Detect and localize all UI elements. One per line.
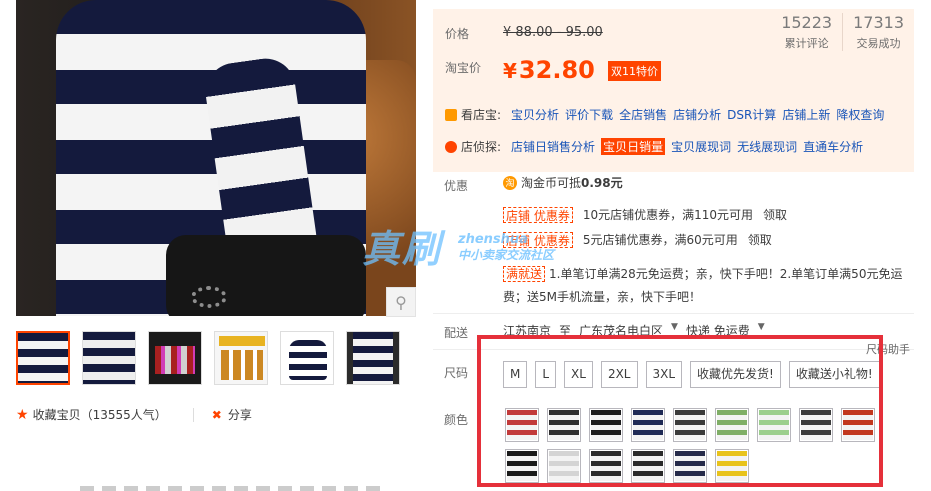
coupon-row-2: 店铺 优惠券 5元店铺优惠券，满60元可用 领取 — [503, 231, 772, 248]
original-price: ¥ 88.00 - 95.00 — [503, 25, 603, 40]
shop-link[interactable]: 宝贝分析 — [511, 106, 559, 123]
cropped-text-edge — [80, 486, 380, 491]
spy-tool-icon — [445, 140, 457, 153]
coupon-tag: 店铺 优惠券 — [503, 206, 573, 223]
bracelet-graphic — [191, 286, 227, 308]
size-label: 尺码 — [444, 366, 469, 380]
taobao-coin-offer: 淘 淘金币可抵 0.98元 — [503, 174, 623, 191]
spy-link[interactable]: 直通车分析 — [803, 138, 863, 155]
shop-tool-name: 看店宝: — [461, 108, 502, 122]
spy-link[interactable]: 宝贝展现词 — [671, 138, 731, 155]
coin-icon: 淘 — [503, 175, 517, 190]
get-coupon-button[interactable]: 领取 — [763, 206, 787, 223]
review-stat[interactable]: 15223 累计评论 — [771, 13, 842, 51]
coupon-tag: 店铺 优惠券 — [503, 231, 573, 248]
highlight-box — [477, 335, 883, 487]
shop-tool-row: 看店宝: 宝贝分析 评价下载 全店销售 店铺分析 DSR计算 店铺上新 降权查询 — [445, 106, 890, 123]
thumbnail-6[interactable] — [346, 331, 400, 385]
main-product-image[interactable] — [16, 0, 416, 316]
favorite-count: （13555人气） — [80, 408, 167, 422]
thumbnail-5[interactable] — [280, 331, 334, 385]
price-label: 价格 — [445, 27, 470, 41]
share-icon[interactable]: ✖ — [212, 408, 222, 422]
shop-link[interactable]: 全店销售 — [619, 106, 667, 123]
thumbnail-3[interactable] — [148, 331, 202, 385]
current-price: ¥32.80 — [503, 56, 595, 84]
magnifier-icon[interactable]: ⚲ — [386, 287, 416, 317]
spy-link[interactable]: 无线展现词 — [737, 138, 797, 155]
shop-link[interactable]: DSR计算 — [727, 106, 776, 123]
shop-link[interactable]: 店铺分析 — [673, 106, 721, 123]
spy-link-active[interactable]: 宝贝日销量 — [601, 138, 666, 155]
divider — [433, 313, 914, 314]
promo-badge: 双11特价 — [608, 61, 661, 81]
divider — [192, 407, 194, 422]
get-coupon-button[interactable]: 领取 — [748, 231, 772, 248]
spy-tool-row: 店侦探: 店铺日销售分析 宝贝日销量 宝贝展现词 无线展现词 直通车分析 — [445, 138, 869, 155]
spy-link[interactable]: 店铺日销售分析 — [511, 138, 595, 155]
price-panel: 价格 ¥ 88.00 - 95.00 淘宝价 ¥32.80 双11特价 1522… — [433, 9, 914, 172]
star-icon[interactable]: ★ — [16, 407, 29, 423]
thumbnail-2[interactable] — [82, 331, 136, 385]
thumbnail-1[interactable] — [16, 331, 70, 385]
shop-tool-icon — [445, 108, 457, 121]
taobao-price-label: 淘宝价 — [445, 61, 482, 75]
sales-stats: 15223 累计评论 17313 交易成功 — [771, 13, 914, 51]
shipping-label: 配送 — [444, 326, 469, 340]
shop-link[interactable]: 评价下载 — [565, 106, 613, 123]
shop-link[interactable]: 店铺上新 — [782, 106, 830, 123]
thumbnail-strip — [16, 331, 400, 385]
deal-stat[interactable]: 17313 交易成功 — [842, 13, 914, 51]
thumbnail-4[interactable] — [214, 331, 268, 385]
color-label: 颜色 — [444, 413, 469, 427]
favorite-share-row: ★ 收藏宝贝 （13555人气） ✖ 分享 — [16, 406, 252, 423]
spy-tool-name: 店侦探: — [461, 140, 502, 154]
full-give-offer: 满就送 1.单笔订单满28元免运费；亲，快下手吧！2.单笔订单满50元免运费；送5… — [503, 266, 903, 304]
favorite-button[interactable]: 收藏宝贝 — [33, 406, 81, 423]
share-button[interactable]: 分享 — [228, 406, 252, 423]
coupon-row-1: 店铺 优惠券 10元店铺优惠券，满110元可用 领取 — [503, 206, 787, 223]
shop-link[interactable]: 降权查询 — [836, 106, 884, 123]
fullgive-tag: 满就送 — [503, 266, 546, 282]
offer-label: 优惠 — [444, 179, 469, 193]
